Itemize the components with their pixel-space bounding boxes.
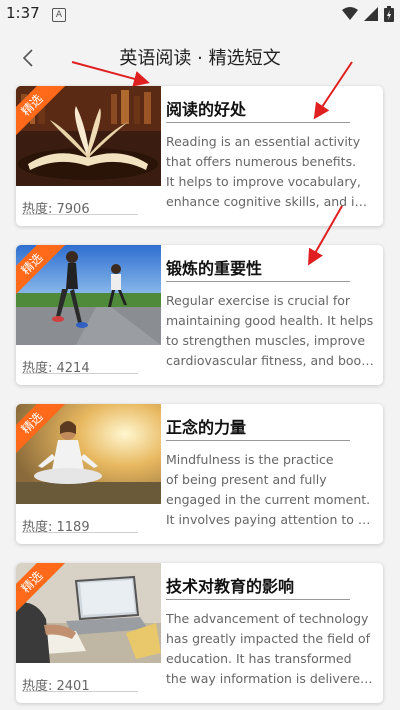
divider <box>166 122 350 123</box>
article-excerpt: Reading is an essential activity that of… <box>166 132 374 212</box>
article-title: 技术对教育的影响 <box>166 577 295 596</box>
signal-icon <box>364 7 378 21</box>
article-card[interactable]: 精选 热度: 1189 正念的力量 Mindfulness is the pra… <box>16 404 383 544</box>
article-excerpt: Mindfulness is the practice of being pre… <box>166 450 374 530</box>
status-icons <box>342 6 394 22</box>
excerpt-line: Regular exercise is crucial for <box>166 293 351 308</box>
divider <box>22 214 138 215</box>
article-card[interactable]: 精选 热度: 7906 阅读的好处 Reading is an essentia… <box>16 86 383 226</box>
divider <box>166 440 350 441</box>
excerpt-line: The advancement of technology <box>166 611 369 626</box>
article-card[interactable]: 精选 热度: 4214 锻炼的重要性 Regular exercise is c… <box>16 245 383 385</box>
excerpt-line: of being present and fully <box>166 472 327 487</box>
excerpt-line: education. It has transformed <box>166 651 352 666</box>
article-title: 锻炼的重要性 <box>166 259 263 278</box>
excerpt-line: enhance cognitive skills, and incr… <box>166 194 374 209</box>
wifi-icon <box>342 7 358 20</box>
article-card[interactable]: 精选 热度: 2401 技术对教育的影响 The advancement of … <box>16 563 383 703</box>
excerpt-line: to strengthen muscles, improve <box>166 333 366 348</box>
divider <box>22 691 138 692</box>
excerpt-line: Mindfulness is the practice <box>166 452 334 467</box>
divider <box>166 281 350 282</box>
excerpt-line: It involves paying attention to th… <box>166 512 374 527</box>
status-bar: 1:37 A <box>0 0 400 28</box>
excerpt-line: the way information is delivered … <box>166 671 374 686</box>
article-title: 正念的力量 <box>166 418 247 437</box>
header: 英语阅读 · 精选短文 <box>0 36 400 80</box>
article-excerpt: The advancement of technology has greatl… <box>166 609 374 689</box>
excerpt-line: It helps to improve vocabulary, <box>166 174 361 189</box>
battery-icon <box>384 6 394 22</box>
page-title: 英语阅读 · 精选短文 <box>119 48 281 69</box>
excerpt-line: engaged in the current moment. <box>166 492 371 507</box>
article-title: 阅读的好处 <box>166 100 247 119</box>
excerpt-line: that offers numerous benefits. <box>166 154 357 169</box>
notification-a-icon: A <box>52 8 66 22</box>
status-time: 1:37 <box>6 4 40 22</box>
excerpt-line: cardiovascular fitness, and boos… <box>166 353 374 368</box>
article-excerpt: Regular exercise is crucial for maintain… <box>166 291 374 371</box>
excerpt-line: maintaining good health. It helps <box>166 313 374 328</box>
excerpt-line: has greatly impacted the field of <box>166 631 371 646</box>
excerpt-line: Reading is an essential activity <box>166 134 361 149</box>
divider <box>22 373 138 374</box>
divider <box>22 532 138 533</box>
divider <box>166 599 350 600</box>
